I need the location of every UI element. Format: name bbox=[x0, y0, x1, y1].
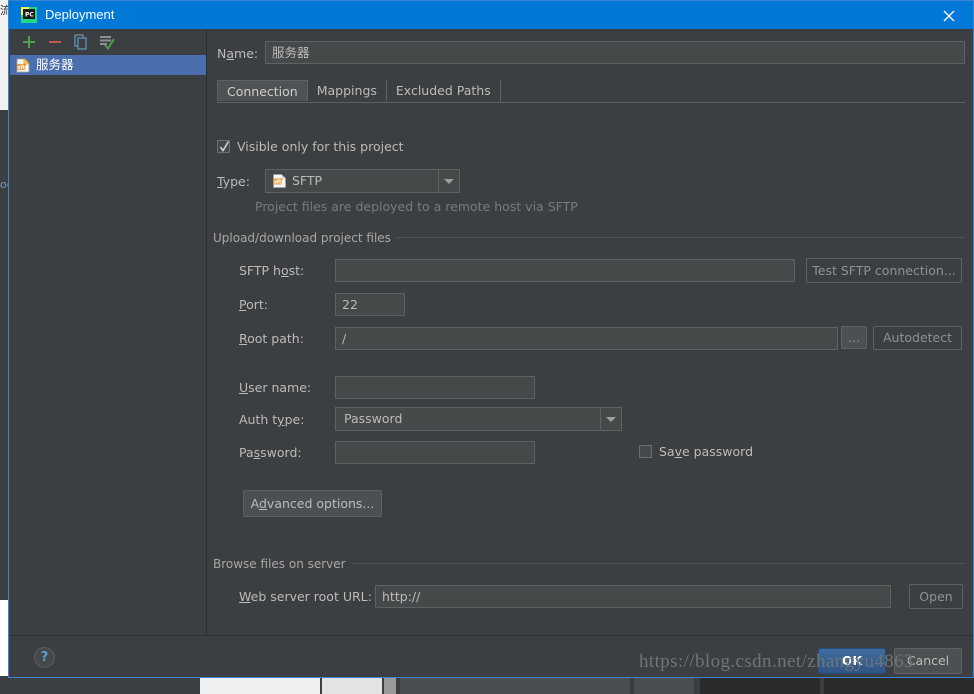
server-list[interactable]: sftp 服务器 bbox=[10, 55, 206, 635]
auth-type-value: Password bbox=[344, 411, 403, 426]
web-server-url-input[interactable]: http:// bbox=[375, 585, 891, 608]
server-detail-pane: Name: 服务器 Connection Mappings Excluded P… bbox=[207, 29, 973, 648]
root-path-browse-button[interactable]: ... bbox=[841, 326, 867, 349]
browse-group-title: Browse files on server bbox=[213, 557, 351, 571]
type-select-value: SFTP bbox=[292, 173, 323, 188]
port-label: Port: bbox=[239, 297, 268, 312]
web-server-url-label: Web server root URL: bbox=[239, 589, 372, 604]
upload-group-title: Upload/download project files bbox=[213, 231, 396, 245]
close-icon[interactable] bbox=[927, 1, 973, 29]
ide-bottom-segment bbox=[824, 676, 974, 694]
password-input[interactable] bbox=[335, 441, 535, 464]
user-name-label: User name: bbox=[239, 380, 312, 395]
sftp-host-input[interactable] bbox=[335, 259, 795, 282]
advanced-options-button[interactable]: Advanced options... bbox=[243, 490, 382, 517]
name-label: Name: bbox=[217, 46, 259, 61]
sftp-host-label: SFTP host: bbox=[239, 263, 305, 278]
dialog-titlebar: PC Deployment bbox=[9, 1, 973, 29]
svg-text:PC: PC bbox=[25, 12, 34, 19]
test-sftp-connection-button[interactable]: Test SFTP connection... bbox=[806, 258, 962, 283]
auth-type-select[interactable]: Password bbox=[335, 407, 622, 431]
cancel-button[interactable]: Cancel bbox=[894, 648, 962, 674]
auth-type-label: Auth type: bbox=[239, 412, 305, 427]
open-url-button[interactable]: Open bbox=[909, 584, 963, 609]
tab-excluded-paths-label: Excluded Paths bbox=[395, 83, 491, 98]
ide-bottom-segment bbox=[700, 676, 820, 694]
detail-tabs: Connection Mappings Excluded Paths bbox=[217, 80, 965, 103]
tab-connection-label: Connection bbox=[227, 84, 298, 99]
ide-bottom-segment bbox=[634, 676, 694, 694]
save-password-label: Save password bbox=[659, 444, 754, 459]
ide-bottom-segment bbox=[400, 676, 630, 694]
dialog-footer: ? OK Cancel bbox=[10, 635, 973, 677]
ide-bottom-segment bbox=[322, 676, 382, 694]
type-hint: Project files are deployed to a remote h… bbox=[255, 199, 578, 214]
minus-icon[interactable] bbox=[46, 33, 64, 51]
server-list-item-label: 服务器 bbox=[36, 57, 74, 72]
svg-text:sftp: sftp bbox=[274, 179, 285, 185]
autodetect-button[interactable]: Autodetect bbox=[873, 326, 962, 350]
connection-tab-content: Visible only for this project Type: sftp… bbox=[207, 103, 973, 648]
visible-only-label: Visible only for this project bbox=[237, 139, 404, 154]
type-select[interactable]: sftp SFTP bbox=[265, 169, 460, 193]
server-list-toolbar bbox=[10, 29, 206, 55]
tab-mappings[interactable]: Mappings bbox=[308, 80, 387, 101]
tab-mappings-label: Mappings bbox=[316, 83, 377, 98]
server-list-pane: sftp 服务器 bbox=[10, 29, 207, 635]
tab-connection[interactable]: Connection bbox=[217, 80, 308, 101]
tab-excluded-paths[interactable]: Excluded Paths bbox=[387, 80, 501, 101]
svg-text:sftp: sftp bbox=[17, 65, 29, 71]
plus-icon[interactable] bbox=[20, 33, 38, 51]
ide-bottom-segment bbox=[200, 676, 320, 694]
password-label: Password: bbox=[239, 445, 302, 460]
dialog-title: Deployment bbox=[45, 7, 115, 22]
user-name-input[interactable] bbox=[335, 376, 535, 399]
type-label: Type: bbox=[217, 174, 250, 189]
copy-icon[interactable] bbox=[72, 33, 90, 51]
name-input[interactable]: 服务器 bbox=[265, 41, 965, 64]
sftp-server-icon: sftp bbox=[16, 57, 30, 73]
chevron-down-icon[interactable] bbox=[600, 408, 621, 430]
root-path-input[interactable]: / bbox=[335, 327, 838, 350]
save-password-checkbox[interactable] bbox=[639, 445, 652, 458]
ide-bottom-segment bbox=[384, 676, 396, 694]
root-path-label: Root path: bbox=[239, 331, 304, 346]
server-list-item[interactable]: sftp 服务器 bbox=[10, 55, 206, 75]
default-check-icon[interactable] bbox=[98, 33, 116, 51]
help-icon[interactable]: ? bbox=[34, 647, 55, 668]
sftp-file-icon: sftp bbox=[273, 174, 286, 193]
chevron-down-icon[interactable] bbox=[438, 170, 459, 192]
visible-only-checkbox[interactable] bbox=[217, 140, 230, 153]
pycharm-icon: PC bbox=[21, 7, 37, 23]
port-input[interactable]: 22 bbox=[335, 293, 405, 316]
ok-button[interactable]: OK bbox=[818, 648, 886, 674]
deployment-dialog: PC Deployment sftp 服务器 Name: 服务器 Connect… bbox=[8, 0, 974, 678]
